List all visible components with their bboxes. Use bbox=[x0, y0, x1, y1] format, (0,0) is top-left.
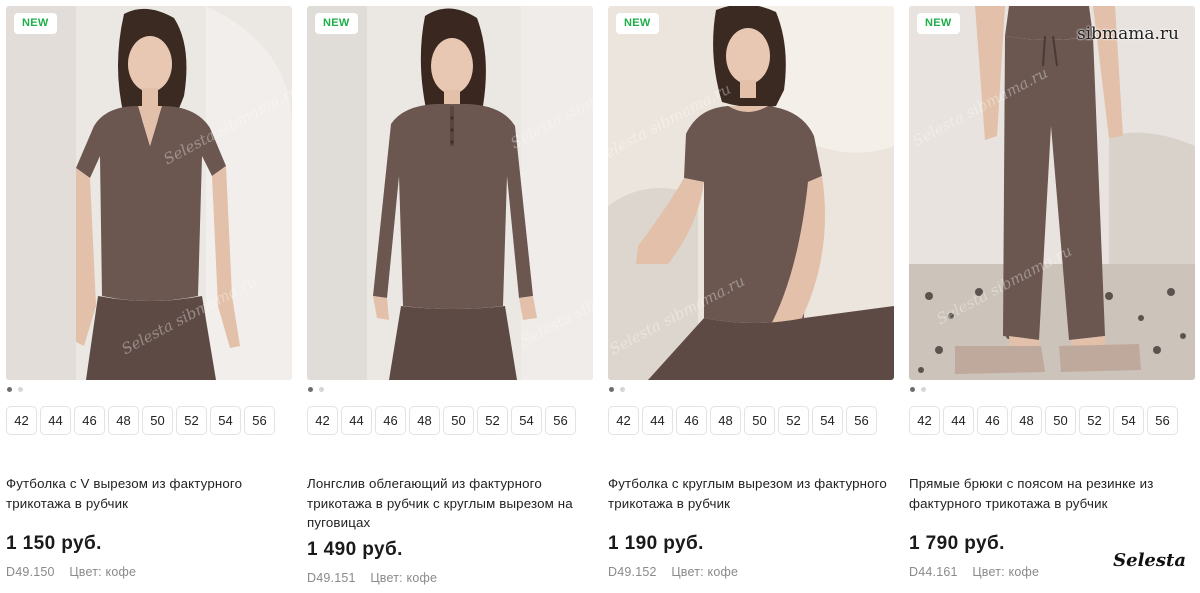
size-option[interactable]: 42 bbox=[6, 406, 37, 435]
size-option[interactable]: 46 bbox=[74, 406, 105, 435]
carousel-dots[interactable] bbox=[308, 387, 324, 395]
carousel-dots[interactable] bbox=[7, 387, 23, 395]
size-option[interactable]: 48 bbox=[1011, 406, 1042, 435]
crewneck-tee-photo bbox=[608, 6, 894, 380]
carousel-dot-active[interactable] bbox=[609, 387, 614, 392]
product-color: Цвет: кофе bbox=[671, 565, 739, 579]
size-option[interactable]: 52 bbox=[176, 406, 207, 435]
vneck-tee-photo bbox=[6, 6, 292, 380]
product-photo[interactable]: NEW Selesta sibmama.ru Selesta sibmama.r… bbox=[608, 6, 894, 380]
size-option[interactable]: 56 bbox=[244, 406, 275, 435]
carousel-dots[interactable] bbox=[910, 387, 926, 395]
size-option[interactable]: 42 bbox=[307, 406, 338, 435]
size-option[interactable]: 50 bbox=[1045, 406, 1076, 435]
size-option[interactable]: 54 bbox=[511, 406, 542, 435]
size-selector: 42 44 46 48 50 52 54 56 bbox=[608, 406, 877, 435]
product-color: Цвет: кофе bbox=[972, 565, 1040, 579]
size-option[interactable]: 54 bbox=[210, 406, 241, 435]
size-option[interactable]: 54 bbox=[812, 406, 843, 435]
new-badge: NEW bbox=[616, 13, 659, 34]
size-option[interactable]: 56 bbox=[545, 406, 576, 435]
carousel-dot-active[interactable] bbox=[910, 387, 915, 392]
product-photo[interactable]: NEW Selesta sibmama.ru Selesta sibmama.r… bbox=[6, 6, 292, 380]
size-option[interactable]: 44 bbox=[642, 406, 673, 435]
size-selector: 42 44 46 48 50 52 54 56 bbox=[6, 406, 275, 435]
product-meta: D49.151 Цвет: кофе bbox=[307, 571, 437, 585]
size-option[interactable]: 46 bbox=[977, 406, 1008, 435]
carousel-dot[interactable] bbox=[18, 387, 23, 392]
product-meta: D49.150 Цвет: кофе bbox=[6, 565, 136, 579]
size-option[interactable]: 52 bbox=[1079, 406, 1110, 435]
product-photo[interactable]: NEW sibmama.ru Selesta sibmama.ru Selest… bbox=[909, 6, 1195, 380]
product-sku: D49.151 bbox=[307, 571, 356, 585]
product-price: 1 490 руб. bbox=[307, 539, 403, 560]
size-option[interactable]: 54 bbox=[1113, 406, 1144, 435]
carousel-dot-active[interactable] bbox=[308, 387, 313, 392]
product-title[interactable]: Прямые брюки с поясом на резинке из факт… bbox=[909, 474, 1195, 513]
new-badge: NEW bbox=[917, 13, 960, 34]
product-price: 1 150 руб. bbox=[6, 533, 102, 554]
size-option[interactable]: 44 bbox=[341, 406, 372, 435]
carousel-dot-active[interactable] bbox=[7, 387, 12, 392]
product-price: 1 190 руб. bbox=[608, 533, 704, 554]
new-badge: NEW bbox=[14, 13, 57, 34]
product-card[interactable]: NEW Selesta sibmama.ru Selesta sibmama.r… bbox=[6, 6, 292, 593]
product-title[interactable]: Футболка с круглым вырезом из фактурного… bbox=[608, 474, 894, 513]
product-card[interactable]: NEW Selesta sibmama.ru Selesta sibmama.r… bbox=[608, 6, 894, 593]
brand-watermark: Selesta bbox=[1113, 550, 1186, 571]
size-option[interactable]: 56 bbox=[1147, 406, 1178, 435]
site-watermark: sibmama.ru bbox=[1076, 24, 1179, 44]
product-meta: D49.152 Цвет: кофе bbox=[608, 565, 738, 579]
product-color: Цвет: кофе bbox=[69, 565, 137, 579]
size-option[interactable]: 42 bbox=[909, 406, 940, 435]
size-option[interactable]: 46 bbox=[375, 406, 406, 435]
product-meta: D44.161 Цвет: кофе bbox=[909, 565, 1039, 579]
size-option[interactable]: 42 bbox=[608, 406, 639, 435]
product-sku: D49.150 bbox=[6, 565, 55, 579]
size-selector: 42 44 46 48 50 52 54 56 bbox=[909, 406, 1178, 435]
size-option[interactable]: 52 bbox=[477, 406, 508, 435]
carousel-dot[interactable] bbox=[620, 387, 625, 392]
size-option[interactable]: 50 bbox=[443, 406, 474, 435]
new-badge: NEW bbox=[315, 13, 358, 34]
product-sku: D44.161 bbox=[909, 565, 958, 579]
product-card[interactable]: NEW sibmama.ru Selesta sibmama.ru Selest… bbox=[909, 6, 1195, 593]
size-option[interactable]: 46 bbox=[676, 406, 707, 435]
product-photo[interactable]: NEW Selesta sibmama.ru Selesta sibmama.r… bbox=[307, 6, 593, 380]
size-option[interactable]: 50 bbox=[744, 406, 775, 435]
size-option[interactable]: 44 bbox=[943, 406, 974, 435]
product-card[interactable]: NEW Selesta sibmama.ru Selesta sibmama.r… bbox=[307, 6, 593, 593]
size-option[interactable]: 48 bbox=[710, 406, 741, 435]
product-price: 1 790 руб. bbox=[909, 533, 1005, 554]
size-option[interactable]: 52 bbox=[778, 406, 809, 435]
size-option[interactable]: 48 bbox=[409, 406, 440, 435]
product-title[interactable]: Футболка с V вырезом из фактурного трико… bbox=[6, 474, 292, 513]
carousel-dot[interactable] bbox=[921, 387, 926, 392]
product-title[interactable]: Лонгслив облегающий из фактурного трикот… bbox=[307, 474, 593, 533]
size-option[interactable]: 56 bbox=[846, 406, 877, 435]
product-sku: D49.152 bbox=[608, 565, 657, 579]
size-option[interactable]: 50 bbox=[142, 406, 173, 435]
product-grid: NEW Selesta sibmama.ru Selesta sibmama.r… bbox=[6, 6, 1196, 593]
size-option[interactable]: 48 bbox=[108, 406, 139, 435]
size-option[interactable]: 44 bbox=[40, 406, 71, 435]
carousel-dot[interactable] bbox=[319, 387, 324, 392]
carousel-dots[interactable] bbox=[609, 387, 625, 395]
size-selector: 42 44 46 48 50 52 54 56 bbox=[307, 406, 576, 435]
henley-longsleeve-photo bbox=[307, 6, 593, 380]
straight-pants-photo bbox=[909, 6, 1195, 380]
product-color: Цвет: кофе bbox=[370, 571, 438, 585]
